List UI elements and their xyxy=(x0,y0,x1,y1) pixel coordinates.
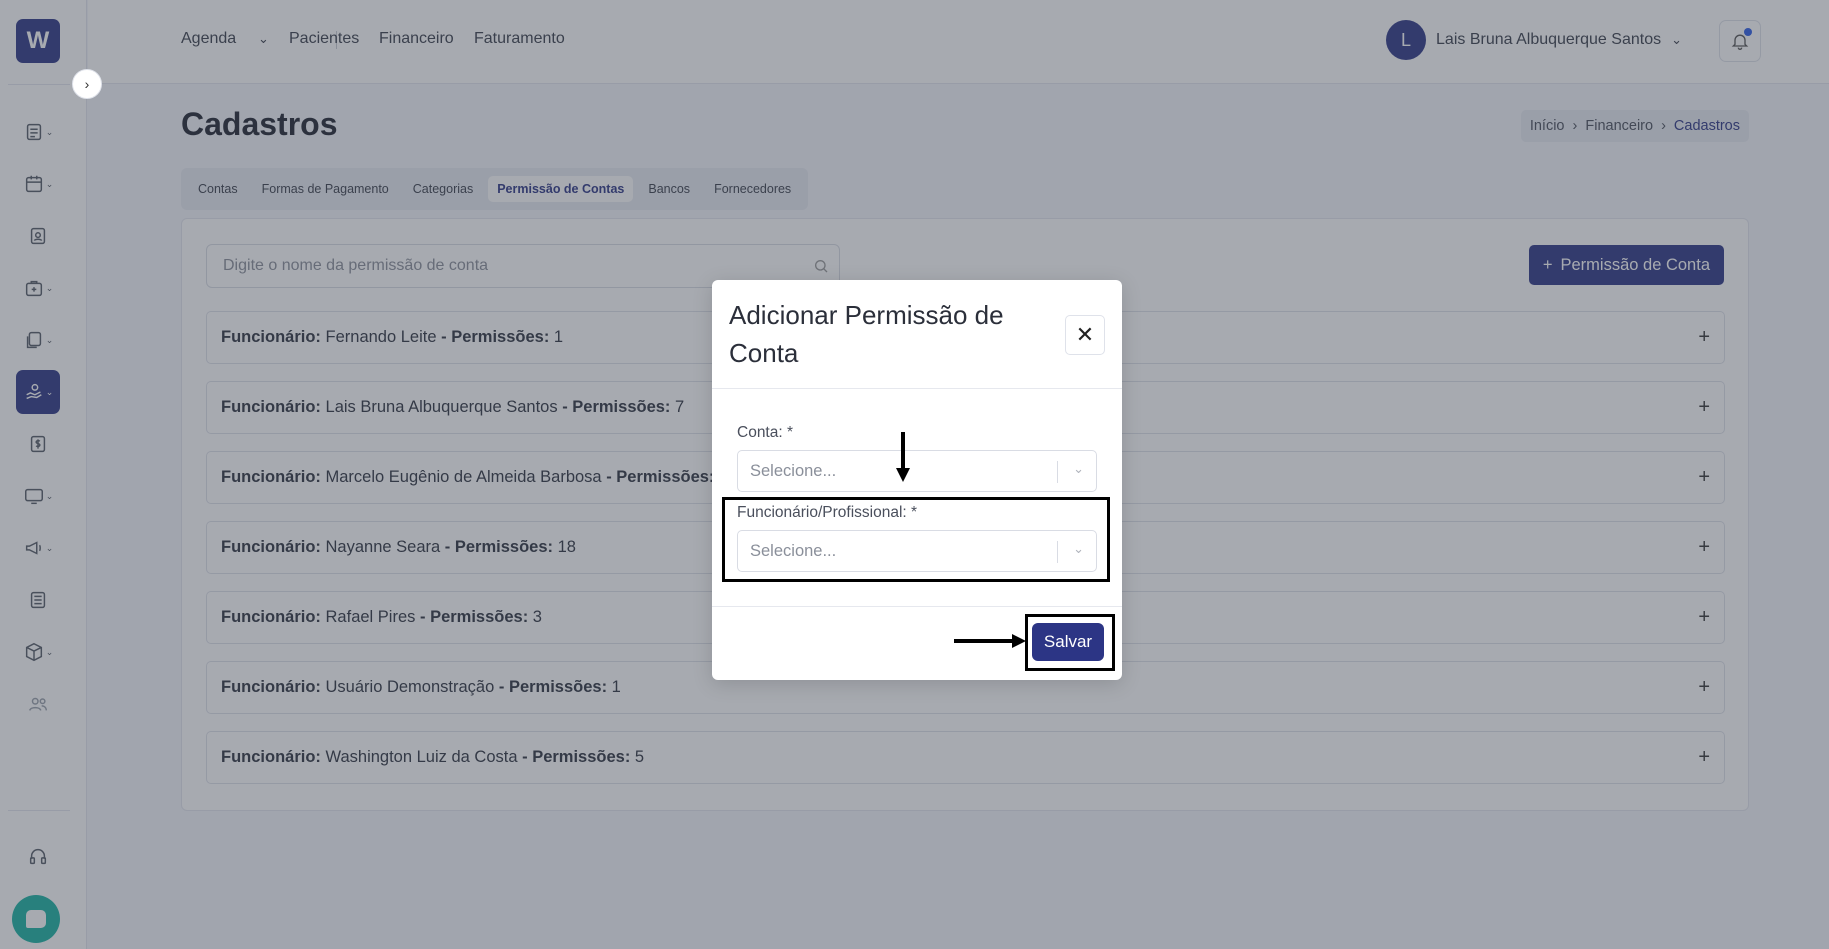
annotation-arrow-right xyxy=(954,639,1014,643)
annotation-arrow-down xyxy=(901,432,905,470)
chevron-right-icon: › xyxy=(84,76,90,92)
conta-placeholder: Selecione... xyxy=(750,461,837,480)
conta-select[interactable]: Selecione... ⌄ xyxy=(737,450,1097,492)
modal-title: Adicionar Permissão de Conta xyxy=(729,300,1004,368)
annotation-arrow-head xyxy=(896,468,910,482)
close-button[interactable]: ✕ xyxy=(1065,315,1105,355)
highlight-funcionario xyxy=(722,497,1110,582)
highlight-save xyxy=(1025,614,1115,671)
conta-label: Conta: * xyxy=(737,424,794,441)
divider xyxy=(712,606,1122,607)
close-icon: ✕ xyxy=(1075,322,1095,347)
divider xyxy=(1057,461,1058,483)
annotation-arrow-head xyxy=(1012,634,1026,648)
sidebar-toggle-button[interactable]: › xyxy=(72,69,102,99)
chevron-down-icon: ⌄ xyxy=(1073,461,1084,476)
divider xyxy=(712,388,1122,389)
